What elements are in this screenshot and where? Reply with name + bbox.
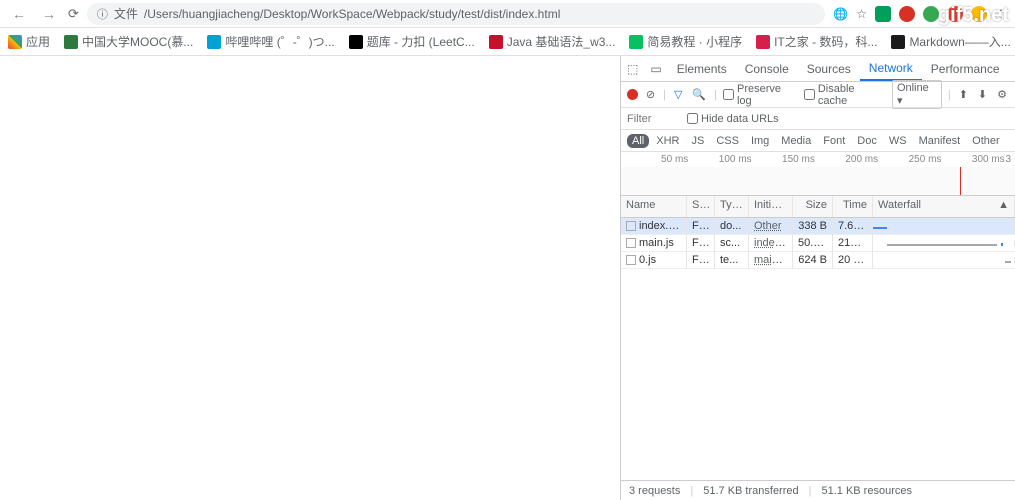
col-time[interactable]: Time bbox=[833, 196, 873, 217]
network-status-bar: 3 requests | 51.7 KB transferred | 51.1 … bbox=[621, 480, 1015, 500]
filter-all[interactable]: All bbox=[627, 134, 649, 148]
tab-console[interactable]: Console bbox=[736, 56, 798, 81]
bookmark-icon bbox=[489, 35, 503, 49]
filter-css[interactable]: CSS bbox=[711, 134, 744, 148]
translate-icon[interactable]: 🌐 bbox=[833, 7, 848, 21]
bookmarks-bar: 应用 中国大学MOOC(慕... 哔哩哔哩 (゜-゜)つ... 题库 - 力扣 … bbox=[0, 28, 1015, 56]
devtools-tabs: ⬚ ▭ Elements Console Sources Network Per… bbox=[621, 56, 1015, 82]
url-prefix: 文件 bbox=[114, 5, 138, 22]
ext-icon-1[interactable]: ⠀ bbox=[875, 6, 891, 22]
filter-toggle-icon[interactable]: ▽ bbox=[672, 88, 684, 101]
apps-button[interactable]: 应用 bbox=[8, 33, 50, 50]
bookmark-2[interactable]: 题库 - 力扣 (LeetC... bbox=[349, 33, 475, 50]
hide-data-urls-checkbox[interactable]: Hide data URLs bbox=[687, 113, 779, 125]
forward-button[interactable]: → bbox=[38, 6, 60, 22]
col-type[interactable]: Type bbox=[715, 196, 749, 217]
filter-js[interactable]: JS bbox=[686, 134, 709, 148]
filter-xhr[interactable]: XHR bbox=[651, 134, 684, 148]
watermark: gif5.net bbox=[938, 4, 1009, 27]
search-icon[interactable]: 🔍 bbox=[690, 88, 708, 101]
filter-font[interactable]: Font bbox=[818, 134, 850, 148]
bookmark-icon bbox=[64, 35, 78, 49]
clear-button[interactable]: ⊘ bbox=[644, 88, 657, 101]
settings-icon[interactable]: ⚙ bbox=[995, 88, 1009, 101]
tabs-overflow-icon[interactable]: » bbox=[1009, 62, 1015, 76]
col-waterfall[interactable]: Waterfall▲ bbox=[873, 196, 1015, 217]
preserve-log-checkbox[interactable]: Preserve log bbox=[723, 83, 798, 107]
address-bar[interactable]: ⓘ 文件 /Users/huangjiacheng/Desktop/WorkSp… bbox=[87, 3, 825, 25]
devtools-panel: ⬚ ▭ Elements Console Sources Network Per… bbox=[620, 56, 1015, 500]
table-row[interactable]: index.htmlFin...do...Other338 B7.6 d... bbox=[621, 218, 1015, 235]
table-row[interactable]: main.jsFin...sc...index.h...50.8 KB210 m… bbox=[621, 235, 1015, 252]
filter-ws[interactable]: WS bbox=[884, 134, 912, 148]
col-name[interactable]: Name bbox=[621, 196, 687, 217]
filter-media[interactable]: Media bbox=[776, 134, 816, 148]
inspect-icon[interactable]: ⬚ bbox=[621, 62, 644, 76]
status-transferred: 51.7 KB transferred bbox=[703, 485, 798, 497]
network-toolbar: ⊘ | ▽ 🔍 | Preserve log Disable cache Onl… bbox=[621, 82, 1015, 108]
ext-icon-3[interactable] bbox=[923, 6, 939, 22]
bookmark-icon bbox=[756, 35, 770, 49]
bookmark-3[interactable]: Java 基础语法_w3... bbox=[489, 33, 616, 50]
tab-network[interactable]: Network bbox=[860, 56, 922, 81]
status-requests: 3 requests bbox=[629, 485, 680, 497]
table-row[interactable]: 0.jsFin...te...main.js...624 B20 ms bbox=[621, 252, 1015, 269]
filter-input[interactable] bbox=[627, 113, 677, 125]
filter-img[interactable]: Img bbox=[746, 134, 774, 148]
table-header[interactable]: Name St... Type Initiator Size Time Wate… bbox=[621, 196, 1015, 218]
device-icon[interactable]: ▭ bbox=[644, 62, 667, 76]
status-resources: 51.1 KB resources bbox=[821, 485, 912, 497]
filter-other[interactable]: Other bbox=[967, 134, 1005, 148]
bookmark-icon bbox=[207, 35, 221, 49]
star-icon[interactable]: ☆ bbox=[856, 7, 867, 21]
timeline-overview[interactable]: 50 ms 100 ms 150 ms 200 ms 250 ms 300 ms… bbox=[621, 152, 1015, 196]
bookmark-4[interactable]: 简易教程 · 小程序 bbox=[629, 33, 742, 50]
apps-icon bbox=[8, 35, 22, 49]
bookmark-6[interactable]: Markdown——入... bbox=[891, 33, 1010, 50]
network-table: Name St... Type Initiator Size Time Wate… bbox=[621, 196, 1015, 480]
reload-button[interactable]: ⟳ bbox=[68, 6, 79, 22]
col-status[interactable]: St... bbox=[687, 196, 715, 217]
throttling-select[interactable]: Online ▾ bbox=[892, 80, 942, 109]
type-filter-row: All XHR JS CSS Img Media Font Doc WS Man… bbox=[621, 130, 1015, 152]
info-icon: ⓘ bbox=[97, 6, 108, 22]
bookmark-icon bbox=[629, 35, 643, 49]
bookmark-1[interactable]: 哔哩哔哩 (゜-゜)つ... bbox=[207, 33, 334, 50]
back-button[interactable]: ← bbox=[8, 6, 30, 22]
filter-doc[interactable]: Doc bbox=[852, 134, 882, 148]
bookmark-0[interactable]: 中国大学MOOC(慕... bbox=[64, 33, 193, 50]
export-icon[interactable]: ⬇ bbox=[976, 88, 989, 101]
col-initiator[interactable]: Initiator bbox=[749, 196, 793, 217]
timeline-marker bbox=[960, 167, 961, 195]
filter-manifest[interactable]: Manifest bbox=[914, 134, 966, 148]
filter-row: Hide data URLs bbox=[621, 108, 1015, 130]
bookmark-icon bbox=[891, 35, 905, 49]
tab-sources[interactable]: Sources bbox=[798, 56, 860, 81]
import-icon[interactable]: ⬆ bbox=[957, 88, 970, 101]
page-content bbox=[0, 56, 620, 500]
url-text: /Users/huangjiacheng/Desktop/WorkSpace/W… bbox=[144, 7, 560, 21]
ext-icon-2[interactable] bbox=[899, 6, 915, 22]
tab-elements[interactable]: Elements bbox=[668, 56, 736, 81]
col-size[interactable]: Size bbox=[793, 196, 833, 217]
tab-performance[interactable]: Performance bbox=[922, 56, 1009, 81]
record-button[interactable] bbox=[627, 89, 638, 100]
browser-navbar: ← → ⟳ ⓘ 文件 /Users/huangjiacheng/Desktop/… bbox=[0, 0, 1015, 28]
bookmark-5[interactable]: IT之家 - 数码，科... bbox=[756, 33, 877, 50]
bookmark-icon bbox=[349, 35, 363, 49]
disable-cache-checkbox[interactable]: Disable cache bbox=[804, 83, 886, 107]
